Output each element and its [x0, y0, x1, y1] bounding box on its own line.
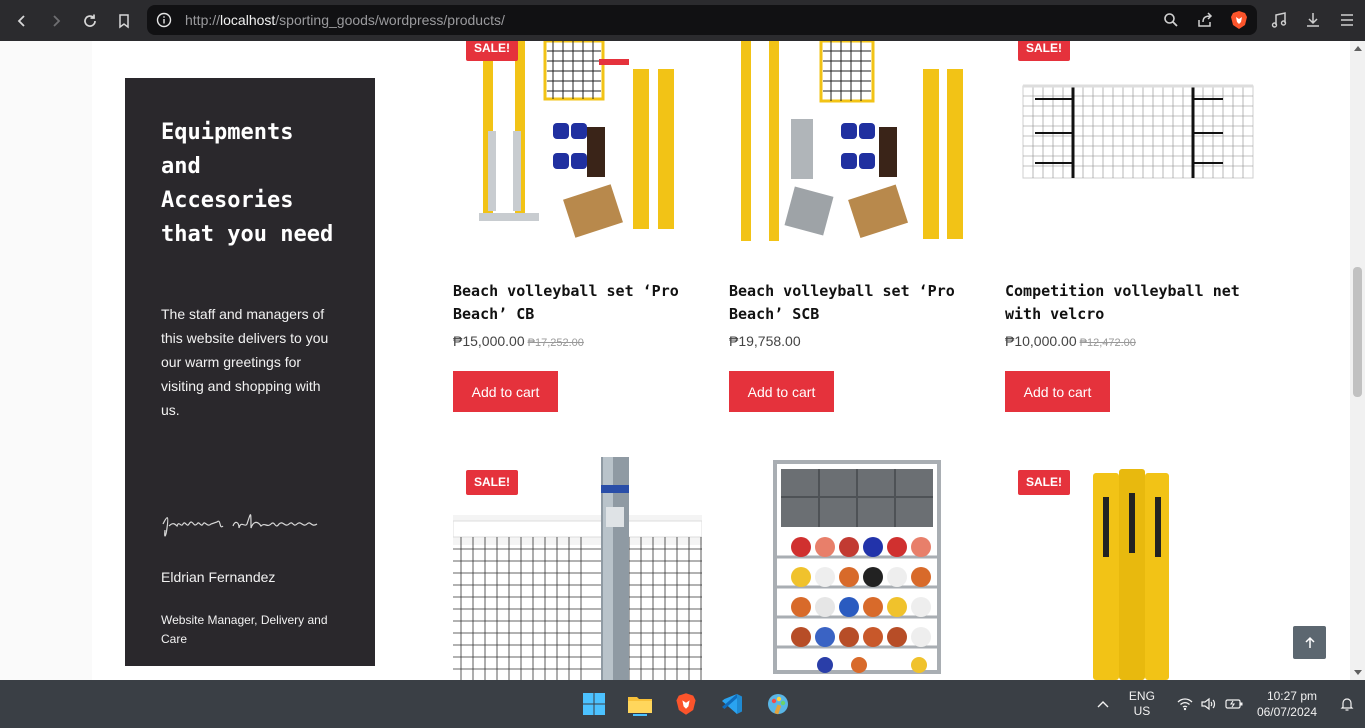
address-bar[interactable]: http://localhost/sporting_goods/wordpres…	[147, 5, 1257, 35]
page-gutter	[0, 41, 92, 680]
url-path: /sporting_goods/wordpress/products/	[275, 12, 505, 28]
language-indicator[interactable]: ENG US	[1129, 689, 1155, 719]
brave-shields-icon[interactable]	[1229, 9, 1249, 31]
clock-time: 10:27 pm	[1266, 689, 1317, 703]
url-host: localhost	[220, 12, 276, 28]
page-scrollbar[interactable]	[1350, 41, 1365, 680]
chevron-up-icon[interactable]	[1097, 700, 1109, 708]
signature-image	[162, 514, 318, 537]
profile-name: Eldrian Fernandez	[161, 569, 276, 585]
sale-badge: SALE!	[466, 41, 518, 61]
price-current: ₱15,000.00	[453, 333, 525, 349]
brave-browser-icon[interactable]	[670, 688, 702, 720]
sale-badge: SALE!	[1018, 470, 1070, 495]
file-explorer-icon[interactable]	[624, 688, 656, 720]
add-to-cart-button[interactable]: Add to cart	[453, 371, 558, 412]
page-content: Equipments and Accesories that you need …	[0, 41, 1350, 680]
product-image-ball-cart[interactable]	[729, 457, 978, 680]
scroll-up-icon[interactable]	[1354, 46, 1362, 51]
volume-icon[interactable]	[1201, 697, 1217, 711]
sale-badge: SALE!	[466, 470, 518, 495]
bookmark-icon[interactable]	[107, 4, 141, 38]
scroll-thumb[interactable]	[1353, 267, 1362, 397]
add-to-cart-button[interactable]: Add to cart	[1005, 371, 1110, 412]
product-price: ₱10,000.00 ₱12,472.00	[1005, 333, 1136, 349]
forward-icon[interactable]	[39, 4, 73, 38]
back-icon[interactable]	[5, 4, 39, 38]
product-price: ₱15,000.00 ₱17,252.00	[453, 333, 584, 349]
clock[interactable]: 10:27 pm 06/07/2024	[1257, 688, 1317, 720]
arrow-up-icon	[1304, 636, 1315, 648]
price-current: ₱19,758.00	[729, 333, 801, 349]
product-title[interactable]: Competition volleyball net with velcro	[1005, 280, 1265, 326]
product-title[interactable]: Beach volleyball set ‘Pro Beach’ CB	[453, 280, 713, 326]
product-price: ₱19,758.00	[729, 333, 804, 349]
wifi-icon[interactable]	[1177, 697, 1193, 711]
price-old: ₱17,252.00	[527, 337, 584, 349]
taskbar: ENG US 10:27 pm 06/07/2024	[0, 680, 1365, 728]
back-to-top-button[interactable]	[1293, 626, 1326, 659]
profile-heading: Equipments and Accesories that you need	[161, 120, 334, 247]
clock-date: 06/07/2024	[1256, 705, 1317, 719]
download-icon[interactable]	[1303, 8, 1323, 32]
url-text[interactable]: http://localhost/sporting_goods/wordpres…	[185, 12, 505, 28]
product-image-beach-set-cb[interactable]	[453, 41, 702, 246]
product-image-competition-net[interactable]	[1005, 41, 1254, 246]
site-info-icon[interactable]	[156, 12, 172, 28]
profile-card: Equipments and Accesories that you need …	[125, 78, 375, 666]
vscode-icon[interactable]	[716, 688, 748, 720]
media-icon[interactable]	[1269, 8, 1289, 32]
url-prefix: http://	[185, 12, 221, 28]
product-image-beach-set-scb[interactable]	[729, 41, 978, 246]
notification-icon[interactable]	[1339, 696, 1355, 712]
windows-start-icon[interactable]	[578, 688, 610, 720]
region-code: US	[1133, 704, 1151, 718]
share-icon[interactable]	[1195, 9, 1215, 31]
product-title[interactable]: Beach volleyball set ‘Pro Beach’ SCB	[729, 280, 989, 326]
browser-toolbar: http://localhost/sporting_goods/wordpres…	[0, 0, 1365, 41]
battery-icon[interactable]	[1225, 698, 1243, 710]
price-old: ₱12,472.00	[1079, 337, 1136, 349]
sale-badge: SALE!	[1018, 41, 1070, 61]
zoom-icon[interactable]	[1161, 9, 1181, 31]
profile-role: Website Manager, Delivery and Care	[161, 613, 328, 646]
scroll-down-icon[interactable]	[1354, 670, 1362, 675]
profile-text: The staff and managers of this website d…	[161, 306, 329, 418]
price-current: ₱10,000.00	[1005, 333, 1077, 349]
menu-icon[interactable]	[1337, 8, 1357, 32]
paint-icon[interactable]	[762, 688, 794, 720]
reload-icon[interactable]	[73, 4, 107, 38]
add-to-cart-button[interactable]: Add to cart	[729, 371, 834, 412]
language-code: ENG	[1128, 689, 1155, 703]
